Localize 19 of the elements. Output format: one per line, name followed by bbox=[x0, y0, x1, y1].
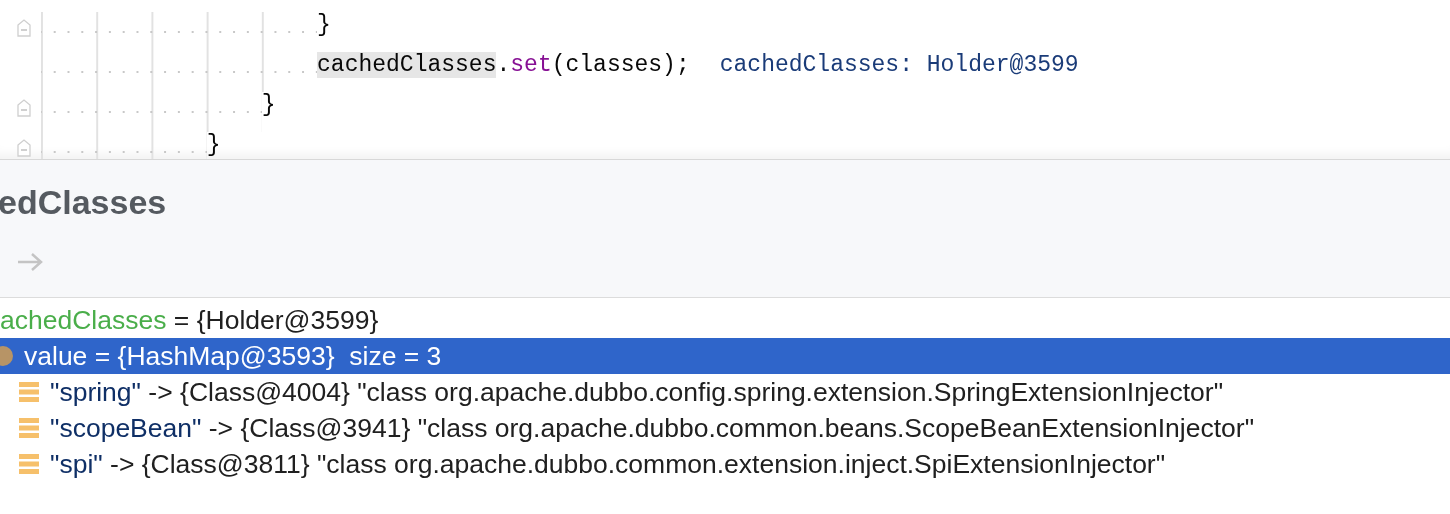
node-label: "scopeBean" -> {Class@3941} "class org.apache.dubbo.common.beans.ScopeBeanExtensionInjector" bbox=[50, 412, 1255, 444]
tree-row[interactable]: value = {HashMap@3593} size = 3 bbox=[0, 338, 1450, 374]
panel-title: edClasses bbox=[0, 182, 168, 222]
fold-icon[interactable] bbox=[16, 19, 31, 37]
tree-row[interactable]: "spring" -> {Class@4004} "class org.apache.dubbo.config.spring.extension.SpringExtensionInjector" bbox=[0, 374, 1450, 410]
tree-row[interactable]: achedClasses = {Holder@3599} bbox=[0, 302, 1450, 338]
fold-icon[interactable] bbox=[16, 139, 31, 157]
node-label: achedClasses = {Holder@3599} bbox=[0, 304, 379, 336]
list-icon bbox=[18, 453, 40, 475]
list-icon bbox=[18, 417, 40, 439]
fold-icon[interactable] bbox=[16, 99, 31, 117]
node-label: value = {HashMap@3593} size = 3 bbox=[24, 340, 442, 372]
node-label: "spring" -> {Class@4004} "class org.apache.dubbo.config.spring.extension.SpringExtensionInjector" bbox=[50, 376, 1224, 408]
tree-row[interactable]: "scopeBean" -> {Class@3941} "class org.apache.dubbo.common.beans.ScopeBeanExtensionInjector" bbox=[0, 410, 1450, 446]
list-icon bbox=[18, 381, 40, 403]
node-label: "spi" -> {Class@3811} "class org.apache.dubbo.common.extension.inject.SpiExtensionInjector" bbox=[50, 448, 1166, 480]
arrow-icon[interactable] bbox=[16, 252, 44, 272]
tree-row[interactable]: "spi" -> {Class@3811} "class org.apache.dubbo.common.extension.inject.SpiExtensionInjector" bbox=[0, 446, 1450, 482]
code-line: cachedClasses.set(classes); cachedClasses: Holder@3599 bbox=[41, 44, 1079, 92]
